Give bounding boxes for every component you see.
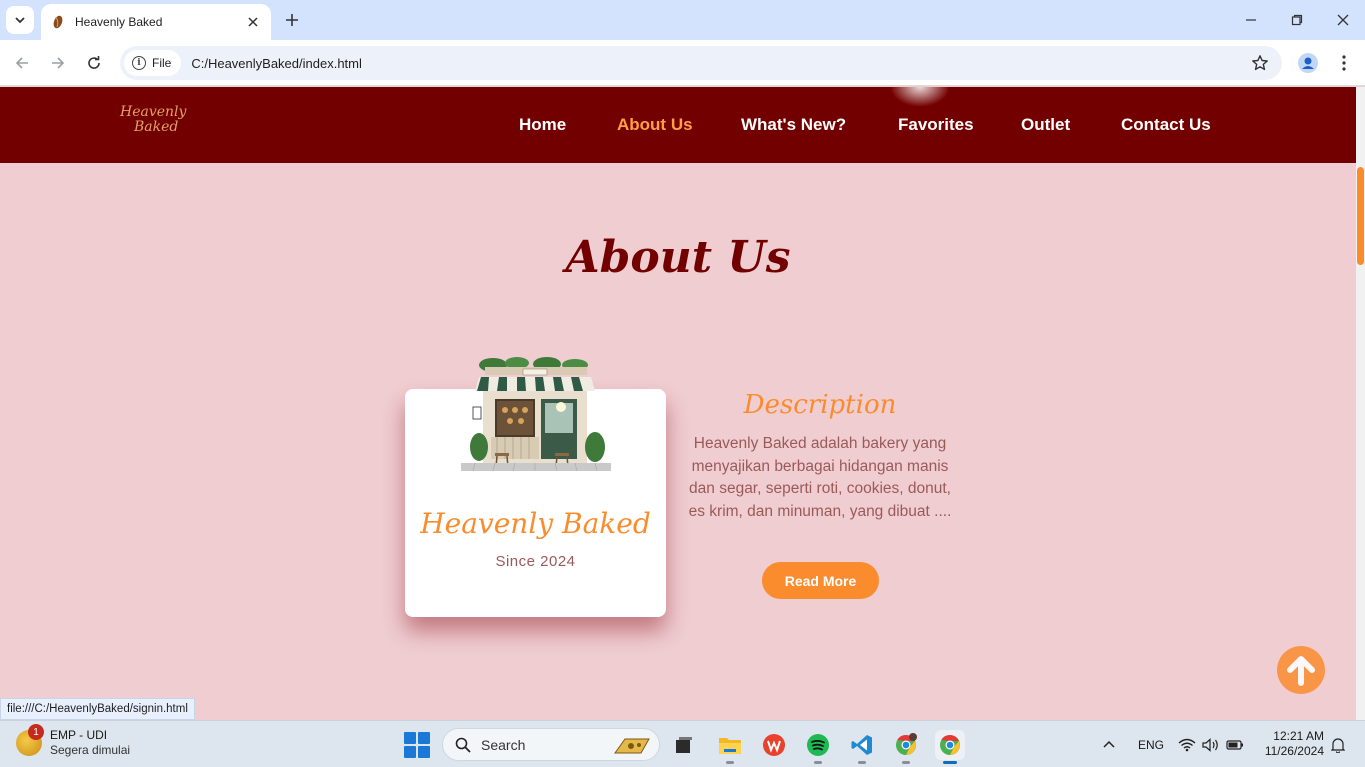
card-brand-name: Heavenly Baked <box>420 507 651 540</box>
chrome-icon <box>896 733 917 755</box>
widget-title: EMP - UDI <box>50 728 108 742</box>
taskbar-task-view[interactable] <box>669 730 699 760</box>
bookmark-star-icon[interactable] <box>1246 49 1274 77</box>
nav-favorites[interactable]: Favorites <box>898 115 974 135</box>
taskbar-file-explorer[interactable] <box>715 730 745 764</box>
taskbar-chrome-profile[interactable] <box>891 730 921 764</box>
address-bar[interactable]: i File C:/HeavenlyBaked/index.html <box>120 46 1282 80</box>
input-language[interactable]: ENG <box>1138 721 1164 767</box>
browser-tab-strip: Heavenly Baked <box>0 0 1365 40</box>
taskbar-vscode[interactable] <box>847 730 877 764</box>
restore-icon <box>1291 14 1303 26</box>
taskbar-wps-office[interactable] <box>759 730 789 760</box>
arrow-left-icon <box>15 57 28 69</box>
folder-icon <box>719 738 741 754</box>
clock-date: 11/26/2024 <box>1264 744 1324 758</box>
arrow-up-icon <box>1287 656 1315 686</box>
chevron-down-icon <box>15 17 25 24</box>
browser-tab[interactable]: Heavenly Baked <box>41 4 271 40</box>
reload-icon <box>88 56 100 69</box>
chrome-icon <box>940 734 960 755</box>
section-title: About Us <box>565 232 791 283</box>
battery-icon <box>1226 739 1243 750</box>
reload-button[interactable] <box>80 49 108 77</box>
nav-home[interactable]: Home <box>519 115 566 135</box>
taskbar-chrome-active[interactable] <box>935 730 965 764</box>
show-hidden-icons[interactable] <box>1102 721 1116 767</box>
widget-subtitle: Segera dimulai <box>50 743 131 757</box>
description-title: Description <box>743 390 897 420</box>
minimize-icon <box>1246 19 1256 21</box>
browser-toolbar: i File C:/HeavenlyBaked/index.html <box>0 40 1365 86</box>
start-button[interactable] <box>404 732 430 758</box>
page-scrollbar[interactable] <box>1356 87 1365 720</box>
nav-contact-us[interactable]: Contact Us <box>1121 115 1211 135</box>
new-tab-button[interactable] <box>280 8 304 32</box>
search-highlight-icon <box>614 738 650 754</box>
taskbar-spotify[interactable] <box>803 730 833 764</box>
minimize-button[interactable] <box>1228 0 1274 40</box>
url-text[interactable]: C:/HeavenlyBaked/index.html <box>191 56 1246 71</box>
volume-icon <box>1202 737 1218 752</box>
wifi-icon <box>1178 738 1196 751</box>
nav-outlet[interactable]: Outlet <box>1021 115 1070 135</box>
tab-title: Heavenly Baked <box>75 15 163 29</box>
site-logo[interactable]: Heavenly Baked <box>118 105 208 149</box>
site-header: Heavenly Baked Home About Us What's New?… <box>0 87 1356 163</box>
cursor-glow <box>890 87 950 107</box>
site-info-chip[interactable]: i File <box>124 50 182 76</box>
bell-icon <box>1331 737 1345 753</box>
close-tab-icon[interactable] <box>245 14 261 30</box>
profile-button[interactable] <box>1294 49 1322 77</box>
notification-badge: 1 <box>28 724 44 740</box>
system-clock[interactable]: 12:21 AM 11/26/2024 <box>1258 729 1324 759</box>
bakery-shop-illustration <box>461 357 611 472</box>
spotify-icon <box>807 734 829 756</box>
windows-taskbar: 1 EMP - UDI Segera dimulai Search ENG 12… <box>0 720 1365 767</box>
scroll-to-top-button[interactable] <box>1277 646 1325 694</box>
clock-time: 12:21 AM <box>1273 729 1324 743</box>
task-view-icon <box>676 737 692 753</box>
network-volume-battery[interactable] <box>1178 721 1244 767</box>
description-text: Heavenly Baked adalah bakery yang menyaj… <box>688 435 952 520</box>
wps-office-icon <box>763 734 785 756</box>
close-window-button[interactable] <box>1320 0 1365 40</box>
tab-search-button[interactable] <box>6 6 34 34</box>
page-viewport: Heavenly Baked Home About Us What's New?… <box>0 87 1356 720</box>
notifications-button[interactable] <box>1331 721 1345 767</box>
more-vertical-icon <box>1342 55 1346 71</box>
restore-button[interactable] <box>1274 0 1320 40</box>
browser-menu-button[interactable] <box>1330 49 1358 77</box>
card-since: Since 2024 <box>495 553 576 570</box>
read-more-button[interactable]: Read More <box>762 562 879 599</box>
plus-icon <box>286 14 298 26</box>
chevron-up-icon <box>1103 740 1115 748</box>
scrollbar-thumb[interactable] <box>1357 167 1364 265</box>
nav-about-us[interactable]: About Us <box>617 115 693 135</box>
back-button[interactable] <box>8 49 36 77</box>
taskbar-search[interactable]: Search <box>442 728 660 761</box>
vscode-icon <box>851 735 872 755</box>
site-info-label: File <box>152 56 172 70</box>
search-label: Search <box>481 736 526 753</box>
link-status-bubble: file:///C:/HeavenlyBaked/signin.html <box>0 698 195 720</box>
close-icon <box>1337 14 1349 26</box>
arrow-right-icon <box>52 57 65 69</box>
info-icon: i <box>132 56 146 70</box>
widgets-button[interactable]: 1 EMP - UDI Segera dimulai <box>16 724 131 758</box>
profile-avatar-icon <box>1298 53 1318 73</box>
forward-button[interactable] <box>44 49 72 77</box>
sports-widget-icon: 1 <box>16 724 44 756</box>
search-icon <box>455 737 471 753</box>
windows-logo-icon <box>404 732 416 744</box>
nav-whats-new[interactable]: What's New? <box>741 115 846 135</box>
bakery-favicon-icon <box>51 15 65 29</box>
